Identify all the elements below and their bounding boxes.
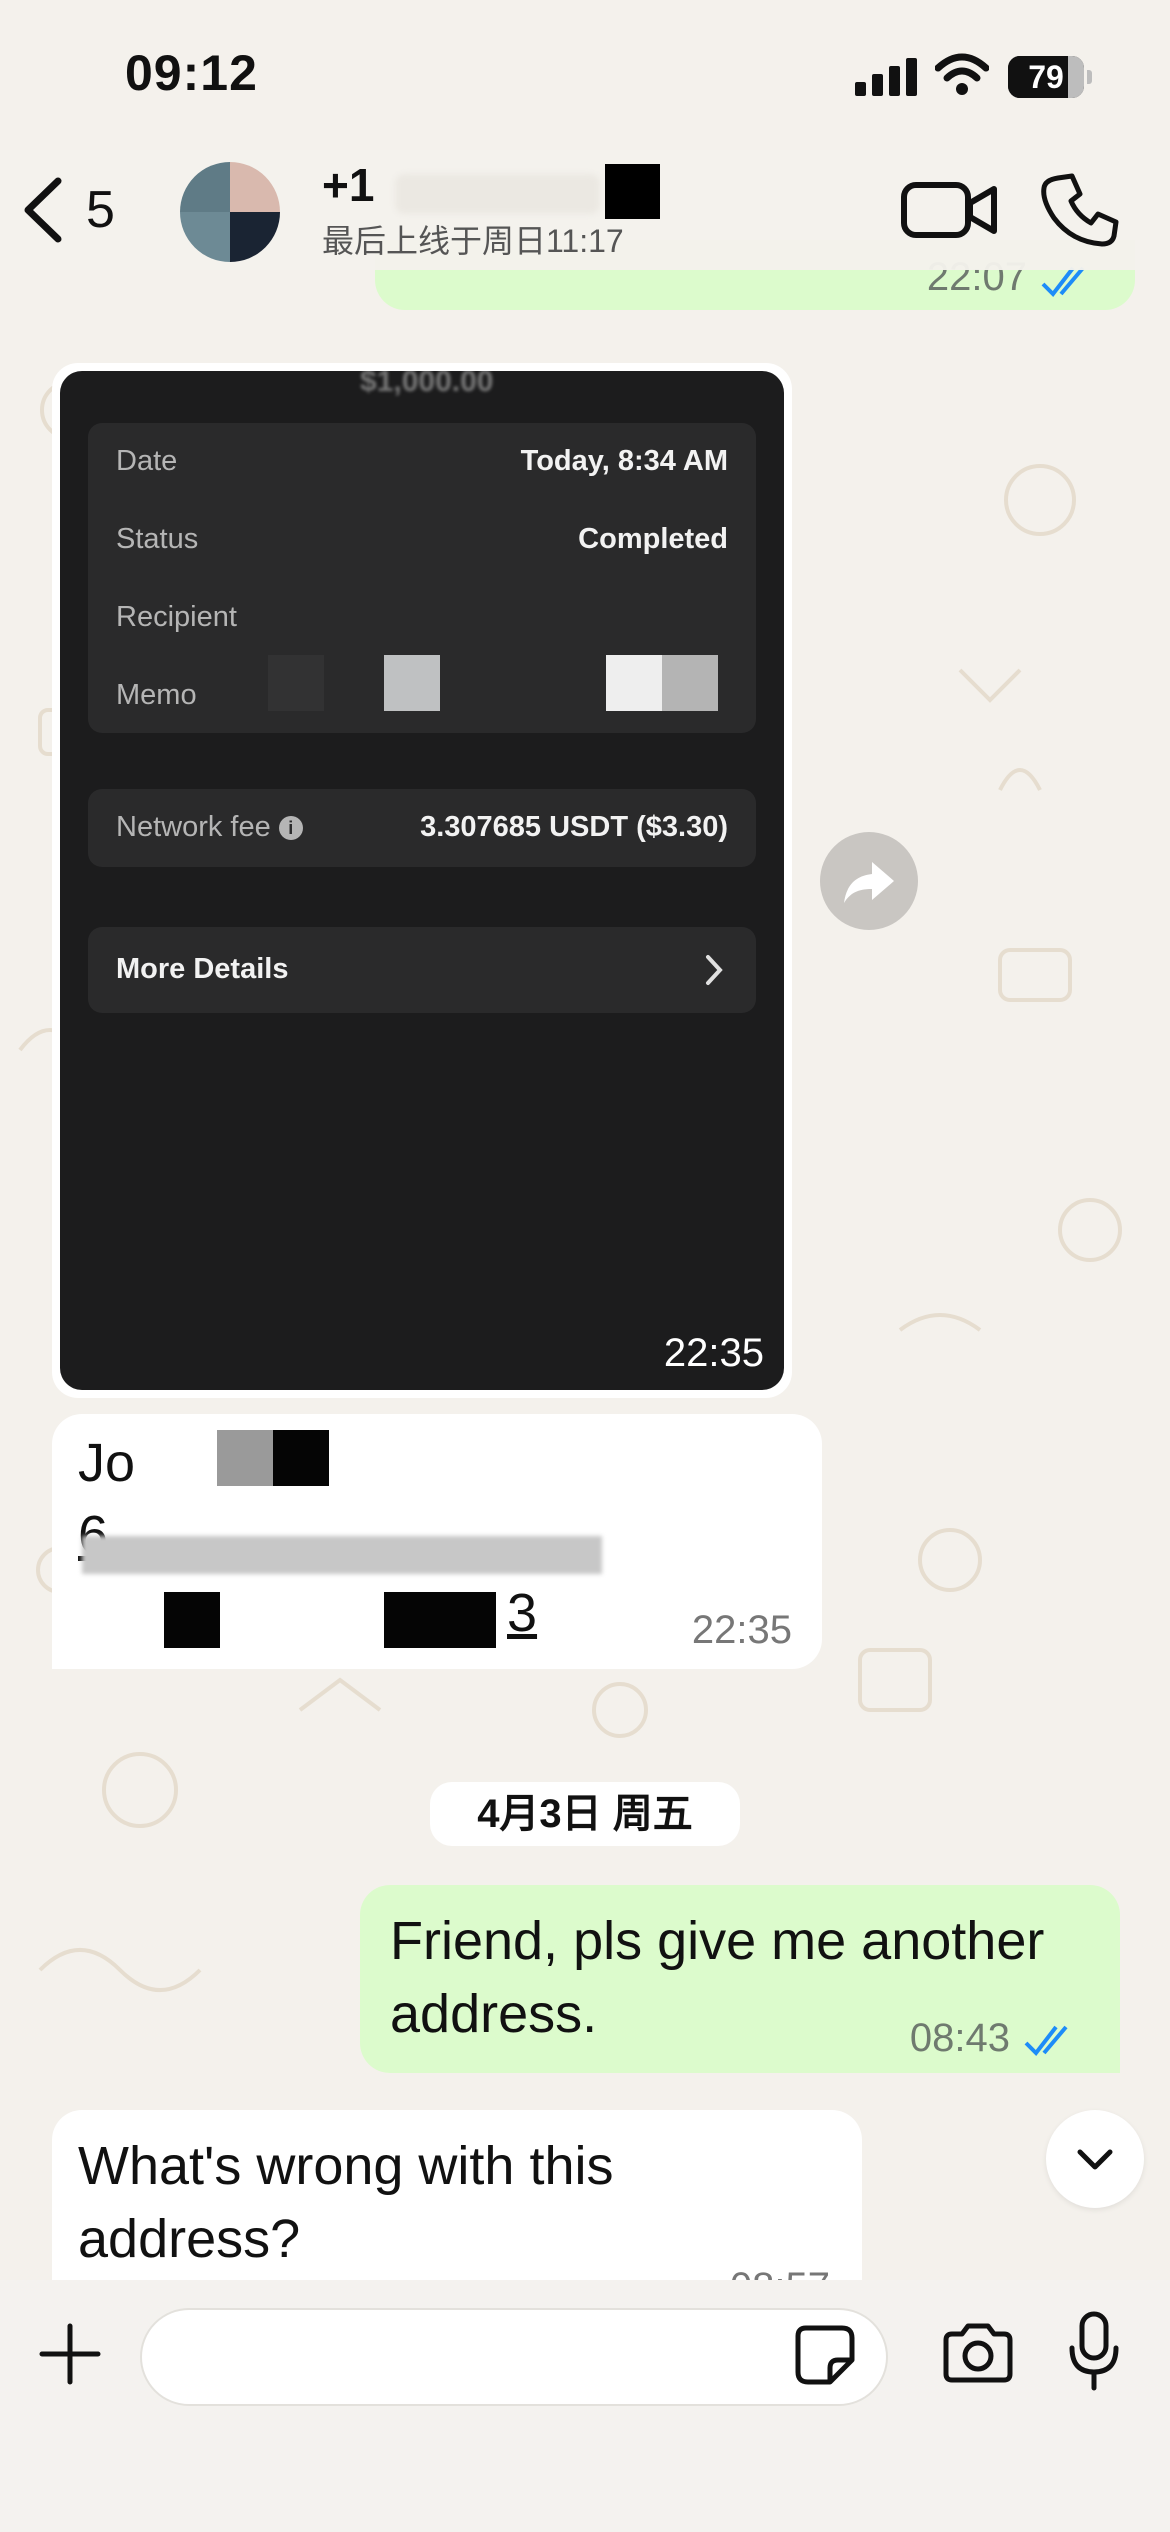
message-bubble-outgoing[interactable]: Friend, pls give me another address. 08:… <box>360 1885 1120 2073</box>
composer-bar <box>0 2280 1170 2532</box>
camera-icon[interactable] <box>940 2320 1016 2386</box>
chat-header: 5 +1 最后上线于周日11:17 <box>0 150 1170 270</box>
redaction-block <box>606 655 662 711</box>
redaction-block <box>605 164 660 219</box>
network-fee-label: Network fee i <box>116 811 303 844</box>
detail-row-recipient: Recipient <box>116 601 237 633</box>
image-message[interactable]: $1,000.00 Date Today, 8:34 AM Status Com… <box>52 363 792 1398</box>
sticker-icon[interactable] <box>792 2322 858 2388</box>
info-icon: i <box>278 816 303 840</box>
redaction-blur <box>82 1536 602 1574</box>
last-seen-status: 最后上线于周日11:17 <box>322 223 624 259</box>
forward-icon <box>844 862 894 903</box>
message-time: 08:43 <box>909 2016 1010 2060</box>
redaction-block <box>662 655 718 711</box>
back-button[interactable]: 5 <box>18 170 138 250</box>
message-time: 22:35 <box>663 1331 764 1375</box>
transaction-screenshot[interactable]: $1,000.00 Date Today, 8:34 AM Status Com… <box>60 371 784 1390</box>
message-time: 22:35 <box>691 1608 792 1652</box>
status-bar: 09:12 79 <box>0 0 1170 150</box>
network-fee-value: 3.307685 USDT ($3.30) <box>420 811 728 843</box>
message-input[interactable] <box>140 2308 888 2406</box>
message-line: Jo <box>78 1433 136 1493</box>
date-separator: 4月3日 周五 <box>430 1782 740 1846</box>
plus-icon[interactable] <box>38 2322 102 2386</box>
contact-avatar[interactable] <box>180 162 280 262</box>
phone-icon[interactable] <box>1040 170 1120 250</box>
microphone-icon[interactable] <box>1066 2310 1122 2392</box>
transaction-details-card: Date Today, 8:34 AM Status Completed Rec… <box>88 423 756 733</box>
more-details-label: More Details <box>116 953 289 985</box>
forward-button[interactable] <box>820 832 918 930</box>
back-chevron-icon <box>24 177 62 243</box>
battery-icon: 79 <box>1008 56 1092 98</box>
redaction-block <box>268 655 324 711</box>
contact-name[interactable]: +1 <box>322 158 374 212</box>
redaction-block <box>164 1592 220 1648</box>
status-time: 09:12 <box>125 45 258 101</box>
redaction-block <box>384 1592 496 1648</box>
redaction-block <box>384 655 440 711</box>
scroll-to-bottom-button[interactable] <box>1046 2110 1144 2208</box>
battery-level-text: 79 <box>1028 59 1064 95</box>
message-line: 3 <box>507 1583 538 1643</box>
chevron-down-icon <box>1077 2149 1113 2170</box>
cellular-signal-icon <box>855 58 917 96</box>
message-text: What's wrong with this address? <box>78 2136 614 2269</box>
redaction-blur <box>395 174 600 214</box>
message-bubble-incoming[interactable]: What's wrong with this address? 08:57 <box>52 2110 862 2280</box>
detail-row-date: Date Today, 8:34 AM <box>116 445 728 477</box>
more-details-row: More Details <box>88 927 756 1013</box>
wifi-icon <box>935 53 989 95</box>
unread-count: 5 <box>86 181 115 239</box>
amount-partial: $1,000.00 <box>360 371 494 398</box>
video-call-icon[interactable] <box>900 175 1000 245</box>
chat-area[interactable]: 22:07 $1,000.00 Date Today, 8:34 AM Stat… <box>0 150 1170 2280</box>
message-bubble-incoming[interactable]: Jo 6 3 22:35 <box>52 1414 822 1669</box>
double-check-icon <box>1024 2025 1068 2057</box>
message-time: 08:57 <box>730 2265 830 2280</box>
network-fee-card: Network fee i 3.307685 USDT ($3.30) <box>88 789 756 867</box>
detail-row-status: Status Completed <box>116 523 728 555</box>
chevron-right-icon <box>706 955 723 985</box>
redaction-block <box>217 1430 273 1486</box>
redaction-block <box>273 1430 329 1486</box>
